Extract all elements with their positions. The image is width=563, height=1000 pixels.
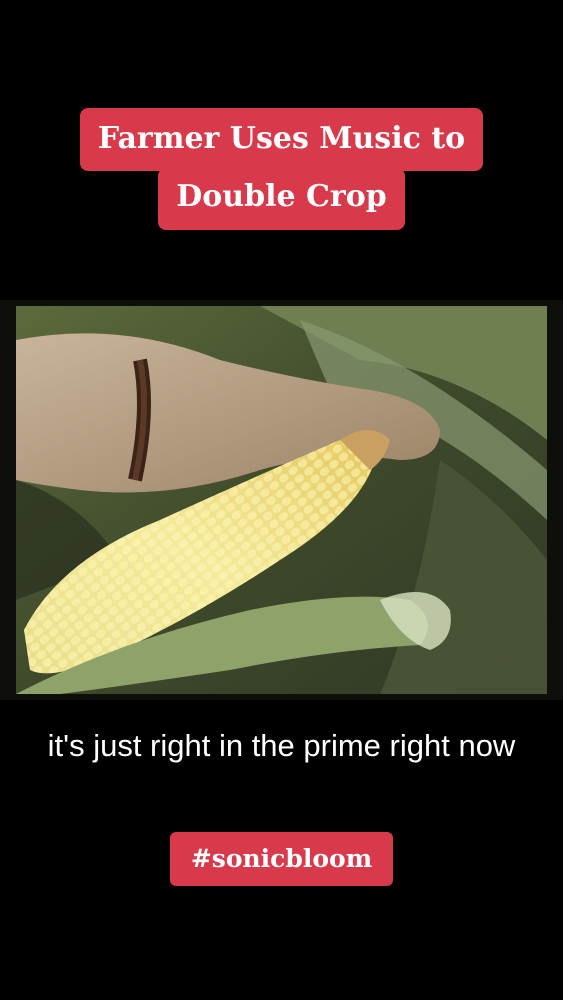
video-frame[interactable]: [0, 300, 563, 700]
corn-video-still: [0, 300, 563, 700]
title-line-1: Farmer Uses Music to: [79, 108, 484, 171]
title-line-2: Double Crop: [158, 168, 405, 230]
video-caption: it's just right in the prime right now: [47, 728, 516, 763]
title-banner: Farmer Uses Music to Double Crop: [0, 108, 563, 230]
hashtag-label[interactable]: #sonicbloom: [170, 832, 393, 886]
